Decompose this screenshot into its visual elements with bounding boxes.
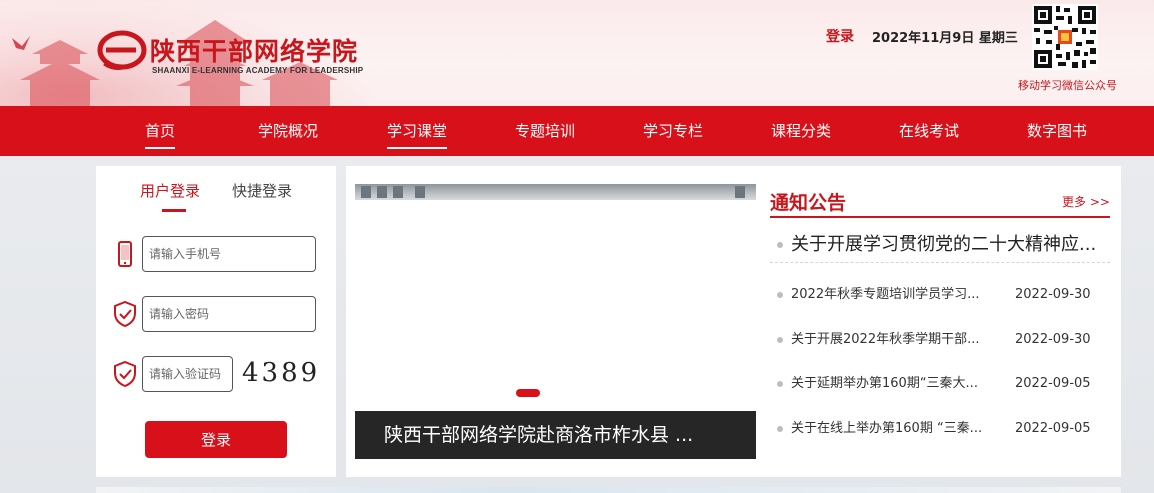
phone-input[interactable] (142, 236, 316, 272)
next-section-edge (96, 487, 1121, 493)
nav-item-home[interactable]: 首页 (144, 106, 176, 156)
nav-item-classroom[interactable]: 学习课堂 (386, 106, 448, 156)
captcha-input[interactable] (142, 356, 233, 392)
active-tab-indicator (162, 209, 186, 212)
site-header: 陕西干部网络学院 SHAANXI E-LEARNING ACADEMY FOR … (0, 0, 1154, 106)
list-item[interactable]: 关于在线上举办第160期 “三秦... 2022-09-05 (777, 417, 1107, 441)
nav-item-about[interactable]: 学院概况 (258, 106, 318, 156)
academy-logo-icon (97, 30, 147, 70)
site-subtitle: SHAANXI E-LEARNING ACADEMY FOR LEADERSHI… (152, 66, 364, 75)
notice-headline[interactable]: 关于开展学习贯彻党的二十大精神应... (770, 226, 1110, 263)
notice-title: 2022年秋季专题培训学员学习... (791, 287, 980, 302)
tab-quick-login[interactable]: 快捷登录 (232, 180, 292, 201)
list-item[interactable]: 关于延期举办第160期“三秦大... 2022-09-05 (777, 372, 1107, 396)
site-title: 陕西干部网络学院 (150, 37, 359, 66)
bullet-icon (777, 380, 783, 387)
content-panel: 陕西干部网络学院赴商洛市柞水县 ... 通知公告 更多 >> 关于开展学习贯彻党… (346, 166, 1121, 477)
slide-caption[interactable]: 陕西干部网络学院赴商洛市柞水县 ... (355, 411, 756, 459)
shield-check-icon (114, 360, 136, 388)
notices-more-link[interactable]: 更多 >> (1062, 193, 1110, 210)
header-login-link[interactable]: 登录 (826, 26, 854, 46)
list-item[interactable]: 2022年秋季专题培训学员学习... 2022-09-30 (777, 283, 1107, 307)
nav-item-online-exam[interactable]: 在线考试 (899, 106, 959, 156)
password-input[interactable] (142, 296, 316, 332)
notice-title: 关于在线上举办第160期 “三秦... (791, 421, 983, 436)
bullet-icon (777, 336, 783, 343)
slider-dot-active[interactable] (516, 389, 540, 397)
slide-image (355, 184, 756, 200)
bullet-icon (777, 291, 783, 298)
main-navigation: 首页 学院概况 学习课堂 专题培训 学习专栏 课程分类 在线考试 数字图书 (0, 106, 1154, 156)
qr-caption: 移动学习微信公众号 (1018, 79, 1117, 92)
news-slider[interactable]: 陕西干部网络学院赴商洛市柞水县 ... (355, 184, 756, 459)
wechat-qr-code (1032, 4, 1098, 70)
notices-divider (770, 216, 1110, 218)
login-panel: 用户登录 快捷登录 4389 登录 (96, 166, 336, 477)
tab-user-login[interactable]: 用户登录 (140, 180, 200, 201)
bullet-icon (777, 425, 783, 432)
notice-date: 2022-09-30 (1015, 332, 1091, 347)
notice-date: 2022-09-30 (1015, 287, 1091, 302)
login-button[interactable]: 登录 (145, 421, 287, 458)
notice-date: 2022-09-05 (1015, 421, 1091, 436)
shield-check-icon (114, 300, 136, 328)
captcha-image[interactable]: 4389 (242, 356, 318, 390)
list-item[interactable]: 关于开展2022年秋季学期干部... 2022-09-30 (777, 328, 1107, 352)
headline-text: 关于开展学习贯彻党的二十大精神应... (791, 234, 1097, 255)
nav-item-digital-library[interactable]: 数字图书 (1027, 106, 1087, 156)
nav-item-course-categories[interactable]: 课程分类 (771, 106, 831, 156)
notice-title: 关于开展2022年秋季学期干部... (791, 332, 980, 347)
current-date: 2022年11月9日 星期三 (872, 31, 1018, 46)
notices-title: 通知公告 (770, 192, 847, 214)
nav-item-special-training[interactable]: 专题培训 (515, 106, 575, 156)
notice-title: 关于延期举办第160期“三秦大... (791, 376, 978, 391)
phone-icon (118, 241, 132, 267)
nav-item-study-column[interactable]: 学习专栏 (643, 106, 703, 156)
notice-date: 2022-09-05 (1015, 376, 1091, 391)
bullet-icon (777, 242, 783, 248)
